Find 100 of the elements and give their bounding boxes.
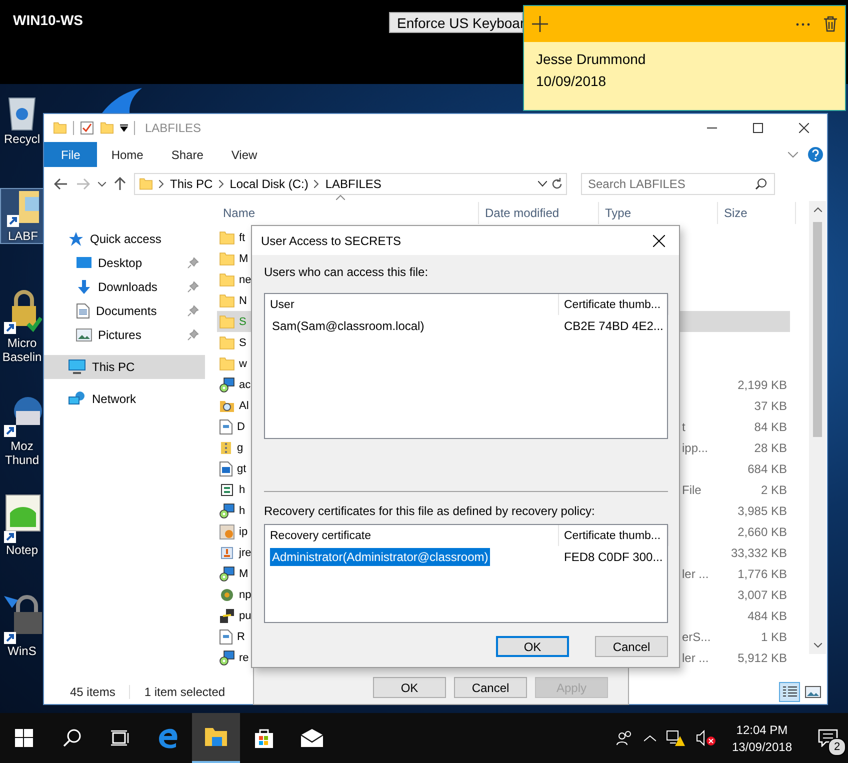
search-icon xyxy=(755,178,767,190)
ribbon-tab[interactable]: View xyxy=(217,142,272,167)
ribbon-tab[interactable]: Share xyxy=(157,142,218,167)
file-item[interactable]: gt xyxy=(217,458,251,479)
properties-icon[interactable] xyxy=(80,121,94,135)
sidebar-item[interactable]: Pictures xyxy=(44,323,205,347)
caret-down-icon xyxy=(814,643,822,648)
file-item[interactable]: w xyxy=(217,353,251,374)
sidebar-item[interactable]: Documents xyxy=(44,299,205,323)
file-item[interactable]: h xyxy=(217,500,251,521)
back-button[interactable] xyxy=(54,178,68,190)
ribbon-tab[interactable]: Home xyxy=(97,142,158,167)
download-icon xyxy=(76,279,92,295)
file-item[interactable]: M xyxy=(217,248,251,269)
file-item[interactable]: Al xyxy=(217,395,251,416)
file-name: ip xyxy=(239,526,248,538)
keyboard-button[interactable]: Enforce US Keyboar xyxy=(389,12,523,33)
recent-locations-button[interactable] xyxy=(98,182,106,186)
address-bar[interactable]: This PC Local Disk (C:) LABFILES xyxy=(134,173,567,195)
desktop-icon-label: Micro Baselin xyxy=(2,336,42,364)
action-center-button[interactable]: 2 xyxy=(808,713,848,763)
computer-disc-icon xyxy=(219,566,235,582)
dialog-button[interactable]: Cancel xyxy=(454,677,527,698)
file-item[interactable]: jre xyxy=(217,542,251,563)
certificate-list[interactable]: User Certificate thumb... Sam(Sam@classroom.local) CB2E 74BD 4E2... xyxy=(264,293,668,439)
desktop-icon[interactable]: WinS xyxy=(0,594,44,658)
details-view-button[interactable] xyxy=(779,682,800,702)
file-menu-button[interactable]: File xyxy=(44,142,98,167)
more-icon[interactable] xyxy=(796,22,810,26)
up-button[interactable] xyxy=(114,177,126,191)
desktop-icon[interactable]: Notep xyxy=(0,493,44,557)
file-item[interactable]: M xyxy=(217,563,251,584)
dialog-button[interactable]: OK xyxy=(373,677,446,698)
file-item[interactable]: ft xyxy=(217,227,251,248)
volume-muted-icon[interactable] xyxy=(696,730,716,746)
file-item[interactable]: D xyxy=(217,416,251,437)
file-item[interactable]: pu xyxy=(217,605,251,626)
refresh-icon[interactable] xyxy=(551,178,563,190)
folder-icon xyxy=(139,177,153,191)
column-header[interactable]: Name xyxy=(217,202,479,224)
taskbar-button[interactable] xyxy=(192,713,240,763)
scrollbar[interactable] xyxy=(809,201,826,654)
dropdown-icon[interactable] xyxy=(538,181,547,187)
trash-icon[interactable] xyxy=(824,16,837,32)
desktop-icon[interactable]: Micro Baselin xyxy=(0,290,44,364)
sidebar-item[interactable]: This PC xyxy=(44,355,205,379)
add-icon[interactable] xyxy=(532,16,548,32)
column-header[interactable]: User xyxy=(265,294,559,315)
breadcrumb[interactable]: LABFILES xyxy=(325,177,382,191)
file-item[interactable]: g xyxy=(217,437,251,458)
file-size: 1,776 KB xyxy=(738,566,787,580)
file-item[interactable]: np xyxy=(217,584,251,605)
search-field[interactable]: Search LABFILES xyxy=(581,173,775,195)
sidebar-item[interactable]: Quick access xyxy=(44,227,205,251)
column-header[interactable]: Recovery certificate xyxy=(265,525,559,546)
dialog-button[interactable]: Cancel xyxy=(595,636,668,657)
file-size: 5,912 KB xyxy=(738,650,787,664)
search-icon xyxy=(62,728,82,748)
help-icon[interactable] xyxy=(808,147,823,162)
list-item[interactable]: Sam(Sam@classroom.local) xyxy=(270,316,426,334)
file-item[interactable]: R xyxy=(217,626,251,647)
people-icon[interactable] xyxy=(616,730,634,746)
sidebar-item[interactable]: Network xyxy=(44,387,205,411)
file-name: g xyxy=(237,442,244,454)
sidebar-item[interactable]: Desktop xyxy=(44,251,205,275)
file-size: 1 KB xyxy=(760,630,787,644)
desktop-icon[interactable]: Moz Thund xyxy=(0,393,44,467)
chevron-up-icon[interactable] xyxy=(644,734,656,742)
file-size: 3,985 KB xyxy=(738,504,787,518)
file-item[interactable]: S xyxy=(217,332,251,353)
dropdown-icon[interactable] xyxy=(120,124,128,132)
sidebar-item[interactable]: Downloads xyxy=(44,275,205,299)
file-item[interactable]: ac xyxy=(217,374,251,395)
computer-icon xyxy=(68,359,86,375)
desktop-icon[interactable]: Recycl xyxy=(0,92,44,146)
column-header[interactable]: Type xyxy=(599,202,718,224)
windows-logo-icon xyxy=(15,729,33,747)
column-header[interactable]: Certificate thumb... xyxy=(559,525,669,546)
desktop-icon-label: Recycl xyxy=(4,132,40,146)
dialog-button[interactable]: OK xyxy=(496,636,569,657)
file-item[interactable]: ip xyxy=(217,521,251,542)
file-item[interactable]: re xyxy=(217,647,251,668)
table-cell-text: FED8 C0DF 300... xyxy=(563,550,664,564)
column-header[interactable]: Date modified xyxy=(479,202,599,224)
certificate-list[interactable]: Recovery certificate Certificate thumb... Administrator(Administrator@classroom) FED8 C0DF 300... xyxy=(264,524,668,623)
desktop-icon[interactable]: LABF xyxy=(0,188,46,244)
file-type: ipp... xyxy=(682,440,708,454)
file-item[interactable]: h xyxy=(217,479,251,500)
column-header[interactable]: Certificate thumb... xyxy=(559,294,669,315)
list-item[interactable]: Administrator(Administrator@classroom) xyxy=(270,548,490,566)
breadcrumb[interactable]: Local Disk (C:) xyxy=(230,177,308,191)
file-name: R xyxy=(237,630,245,642)
expand-ribbon-icon[interactable] xyxy=(788,152,798,158)
column-header[interactable]: Size xyxy=(718,202,796,224)
scroll-thumb[interactable] xyxy=(813,222,822,437)
file-type: File xyxy=(682,482,702,496)
network-warning-icon[interactable] xyxy=(666,729,686,747)
breadcrumb[interactable]: This PC xyxy=(170,177,213,191)
file-item[interactable]: ne xyxy=(217,269,251,290)
file-item[interactable]: N xyxy=(217,290,251,311)
